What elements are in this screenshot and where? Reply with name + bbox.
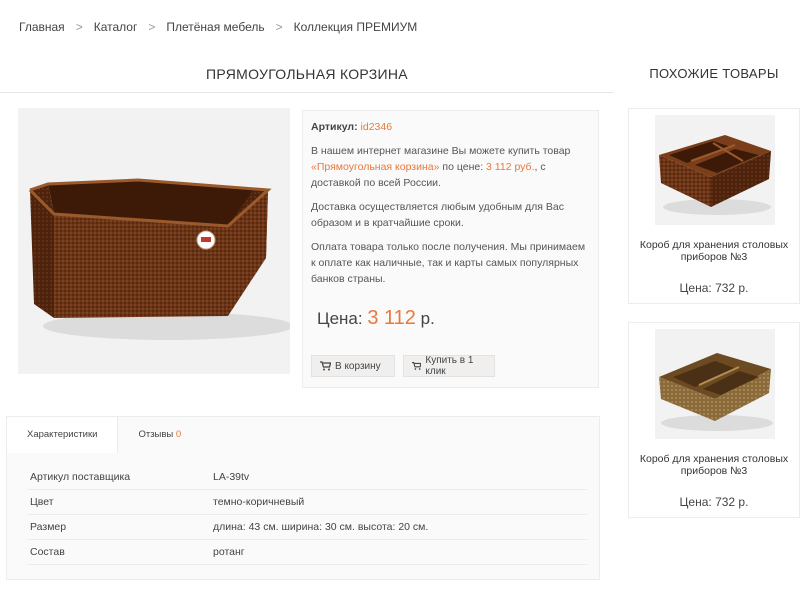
description-text: В нашем интернет магазине Вы можете купи… [311,145,571,157]
sku-line: Артикул: id2346 [311,119,590,135]
sku-label: Артикул: [311,121,358,133]
spec-key: Цвет [27,489,210,515]
tabs: Характеристики Отзывы 0 [7,417,201,453]
product-image[interactable] [18,108,293,374]
tab-label: Отзывы [138,429,174,440]
cutlery-box-illustration [659,353,773,431]
price-label: Цена: [317,309,363,328]
spec-key: Размер [27,514,210,540]
divider [0,92,614,93]
breadcrumb: Главная > Каталог > Плетёная мебель > Ко… [19,20,417,34]
price-value: 3 112 [367,307,416,329]
buy-one-click-label: Купить в 1 клик [425,355,474,377]
buy-one-click-button[interactable]: Купить в 1 клик [403,355,495,377]
table-row: Артикул поставщика LA-39tv [27,465,587,490]
spec-key: Состав [27,539,210,565]
related-title: ПОХОЖИЕ ТОВАРЫ [649,66,779,81]
price: Цена: 3 112 р. [317,307,435,330]
related-product-image[interactable] [655,329,775,439]
breadcrumb-separator: > [148,20,156,34]
tab-characteristics[interactable]: Характеристики [7,417,119,453]
related-product-name[interactable]: Короб для хранения столовых приборов №3 [629,453,799,477]
table-row: Состав ротанг [27,539,587,565]
related-product-image[interactable] [655,115,775,225]
cutlery-box-illustration [659,135,771,215]
price-unit: р. [420,309,435,328]
cart-icon [320,361,331,371]
delivery-description: Доставка осуществляется любым удобным дл… [311,201,564,229]
related-product-name[interactable]: Короб для хранения столовых приборов №3 [629,239,799,263]
breadcrumb-catalog[interactable]: Каталог [94,20,138,34]
breadcrumb-separator: > [275,20,283,34]
sku-value: id2346 [360,121,393,133]
description-text: по цене: [439,161,487,173]
related-product-card[interactable]: Короб для хранения столовых приборов №3 … [628,108,800,304]
related-product-card[interactable]: Короб для хранения столовых приборов №3 … [628,322,800,518]
tab-reviews[interactable]: Отзывы 0 [118,417,201,453]
spec-value: темно-коричневый [210,489,587,515]
spec-value: ротанг [210,539,587,565]
breadcrumb-separator: > [75,20,83,34]
characteristics-panel: Характеристики Отзывы 0 Артикул поставщи… [6,416,600,580]
spec-value: длина: 43 см. ширина: 30 см. высота: 20 … [210,514,587,540]
breadcrumb-premium-collection[interactable]: Коллекция ПРЕМИУМ [294,20,418,34]
tab-label: Характеристики [27,429,98,440]
breadcrumb-home[interactable]: Главная [19,20,65,34]
purchase-description: В нашем интернет магазине Вы можете купи… [311,143,590,191]
table-row: Цвет темно-коричневый [27,489,587,515]
product-info-panel: Артикул: id2346 В нашем интернет магазин… [302,110,599,388]
breadcrumb-wicker-furniture[interactable]: Плетёная мебель [166,20,264,34]
table-row: Размер длина: 43 см. ширина: 30 см. высот… [27,514,587,540]
wicker-basket-illustration [28,178,293,340]
cart-icon [412,362,422,370]
product-name-link[interactable]: «Прямоугольная корзина» [311,161,439,173]
spec-key: Артикул поставщика [27,465,210,490]
payment-description: Оплата товара только после получения. Мы… [311,241,586,285]
related-product-price: Цена: 732 р. [679,495,749,509]
related-product-price: Цена: 732 р. [679,281,749,295]
description-price: 3 112 руб. [486,161,535,173]
spec-table: Артикул поставщика LA-39tv Цвет темно-кори… [27,465,587,565]
add-to-cart-button[interactable]: В корзину [311,355,395,377]
reviews-count: 0 [175,429,182,440]
spec-value: LA-39tv [210,465,587,490]
page-title: ПРЯМОУГОЛЬНАЯ КОРЗИНА [206,66,408,82]
add-to-cart-label: В корзину [335,360,381,372]
